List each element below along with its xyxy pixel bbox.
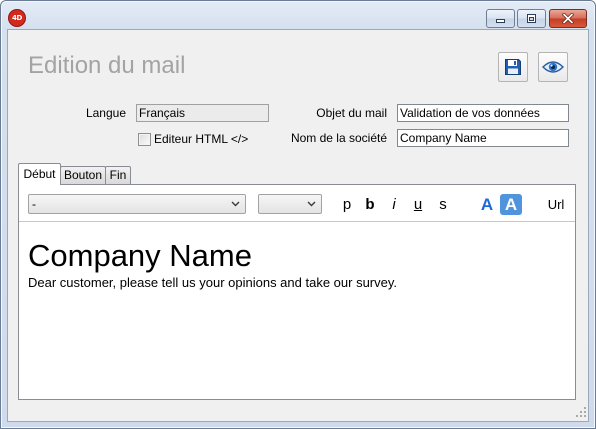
minimize-button[interactable]	[486, 9, 515, 28]
subject-field[interactable]	[397, 104, 569, 122]
subject-label: Objet du mail	[316, 106, 387, 120]
html-editor-checkbox[interactable]	[138, 132, 151, 146]
italic-button[interactable]: i	[384, 194, 404, 215]
maximize-button[interactable]	[517, 9, 546, 28]
html-editor-toggle[interactable]: Editeur HTML </>	[138, 130, 248, 148]
tab-bouton[interactable]: Bouton	[60, 166, 106, 184]
minimize-icon	[495, 13, 506, 24]
paragraph-style-select[interactable]: -	[28, 194, 246, 214]
content-body: Dear customer, please tell us your opini…	[28, 275, 398, 290]
tab-debut[interactable]: Début	[18, 163, 61, 185]
company-label: Nom de la société	[290, 131, 387, 145]
language-field[interactable]	[136, 104, 269, 122]
tab-panel: - p b i u s A A Url Company Name Dear cu…	[18, 184, 576, 400]
font-smaller-button[interactable]: A	[477, 194, 497, 215]
eye-icon	[542, 59, 564, 75]
editor-content[interactable]: Company Name Dear customer, please tell …	[19, 221, 575, 399]
bold-button[interactable]: b	[360, 194, 380, 215]
paragraph-button[interactable]: p	[337, 194, 357, 215]
html-editor-label: Editeur HTML </>	[154, 132, 249, 146]
chevron-down-icon	[307, 201, 316, 207]
floppy-disk-icon	[504, 58, 522, 76]
close-icon	[562, 13, 574, 24]
strike-button[interactable]: s	[433, 194, 453, 215]
url-button[interactable]: Url	[540, 194, 572, 215]
language-label: Langue	[85, 106, 126, 120]
tab-fin[interactable]: Fin	[105, 166, 131, 184]
company-field[interactable]	[397, 129, 569, 147]
font-size-select[interactable]	[258, 194, 322, 214]
resize-grip[interactable]	[576, 407, 587, 418]
client-area: Edition du mail Langue Français Objet du…	[8, 30, 588, 421]
font-larger-button[interactable]: A	[500, 194, 522, 215]
paragraph-style-value: -	[32, 197, 36, 211]
mail-editor-window: 4D Edition du mail Langue Français Objet…	[0, 0, 596, 429]
page-title: Edition du mail	[28, 52, 186, 79]
maximize-icon	[526, 13, 537, 24]
chevron-down-icon	[231, 201, 240, 207]
save-button[interactable]	[498, 52, 528, 82]
underline-button[interactable]: u	[408, 194, 428, 215]
close-button[interactable]	[549, 9, 587, 28]
app-logo: 4D	[9, 10, 25, 26]
content-heading: Company Name	[28, 238, 252, 273]
preview-button[interactable]	[538, 52, 568, 82]
logo-text: 4D	[11, 14, 23, 22]
